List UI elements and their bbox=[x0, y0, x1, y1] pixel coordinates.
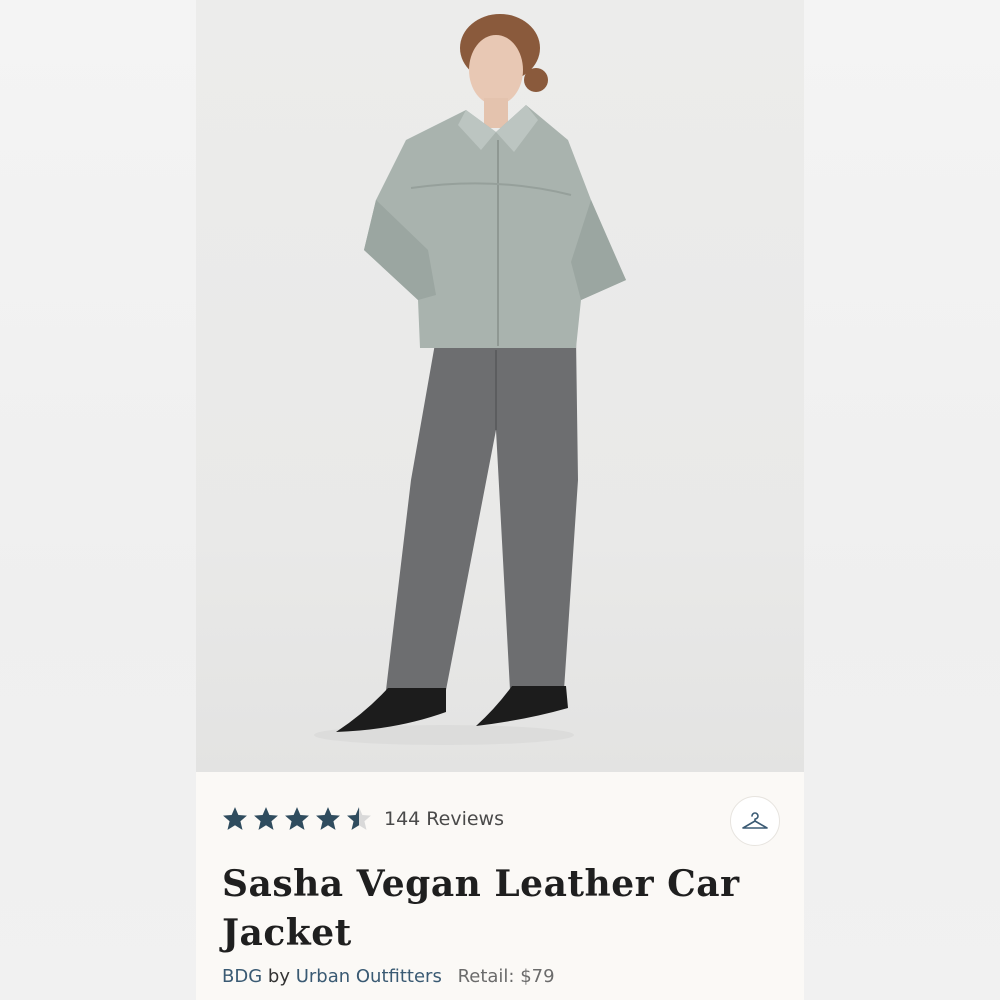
star-icon bbox=[254, 807, 278, 830]
star-icon bbox=[223, 807, 247, 830]
rating-row[interactable]: 144 Reviews bbox=[222, 806, 504, 832]
product-info-card: 144 Reviews Sasha Vegan Leather Car Jack… bbox=[196, 772, 804, 1000]
model-illustration bbox=[314, 14, 626, 745]
closet-hanger-button[interactable] bbox=[730, 796, 780, 846]
star-rating bbox=[222, 806, 372, 832]
seller-link[interactable]: Urban Outfitters bbox=[296, 966, 442, 987]
product-title: Sasha Vegan Leather Car Jacket bbox=[222, 863, 740, 954]
right-backdrop bbox=[804, 0, 1000, 1000]
by-text: by bbox=[267, 966, 290, 987]
star-icon bbox=[316, 807, 340, 830]
brand-link[interactable]: BDG bbox=[222, 966, 262, 987]
review-count[interactable]: 144 Reviews bbox=[384, 808, 504, 830]
left-backdrop bbox=[0, 0, 196, 1000]
star-icon bbox=[285, 807, 309, 830]
product-meta: BDG by Urban Outfitters Retail: $79 bbox=[222, 966, 555, 987]
retail-price: Retail: $79 bbox=[457, 966, 555, 987]
star-icon bbox=[347, 807, 371, 830]
product-photo[interactable] bbox=[196, 0, 804, 772]
hanger-icon bbox=[742, 812, 768, 829]
